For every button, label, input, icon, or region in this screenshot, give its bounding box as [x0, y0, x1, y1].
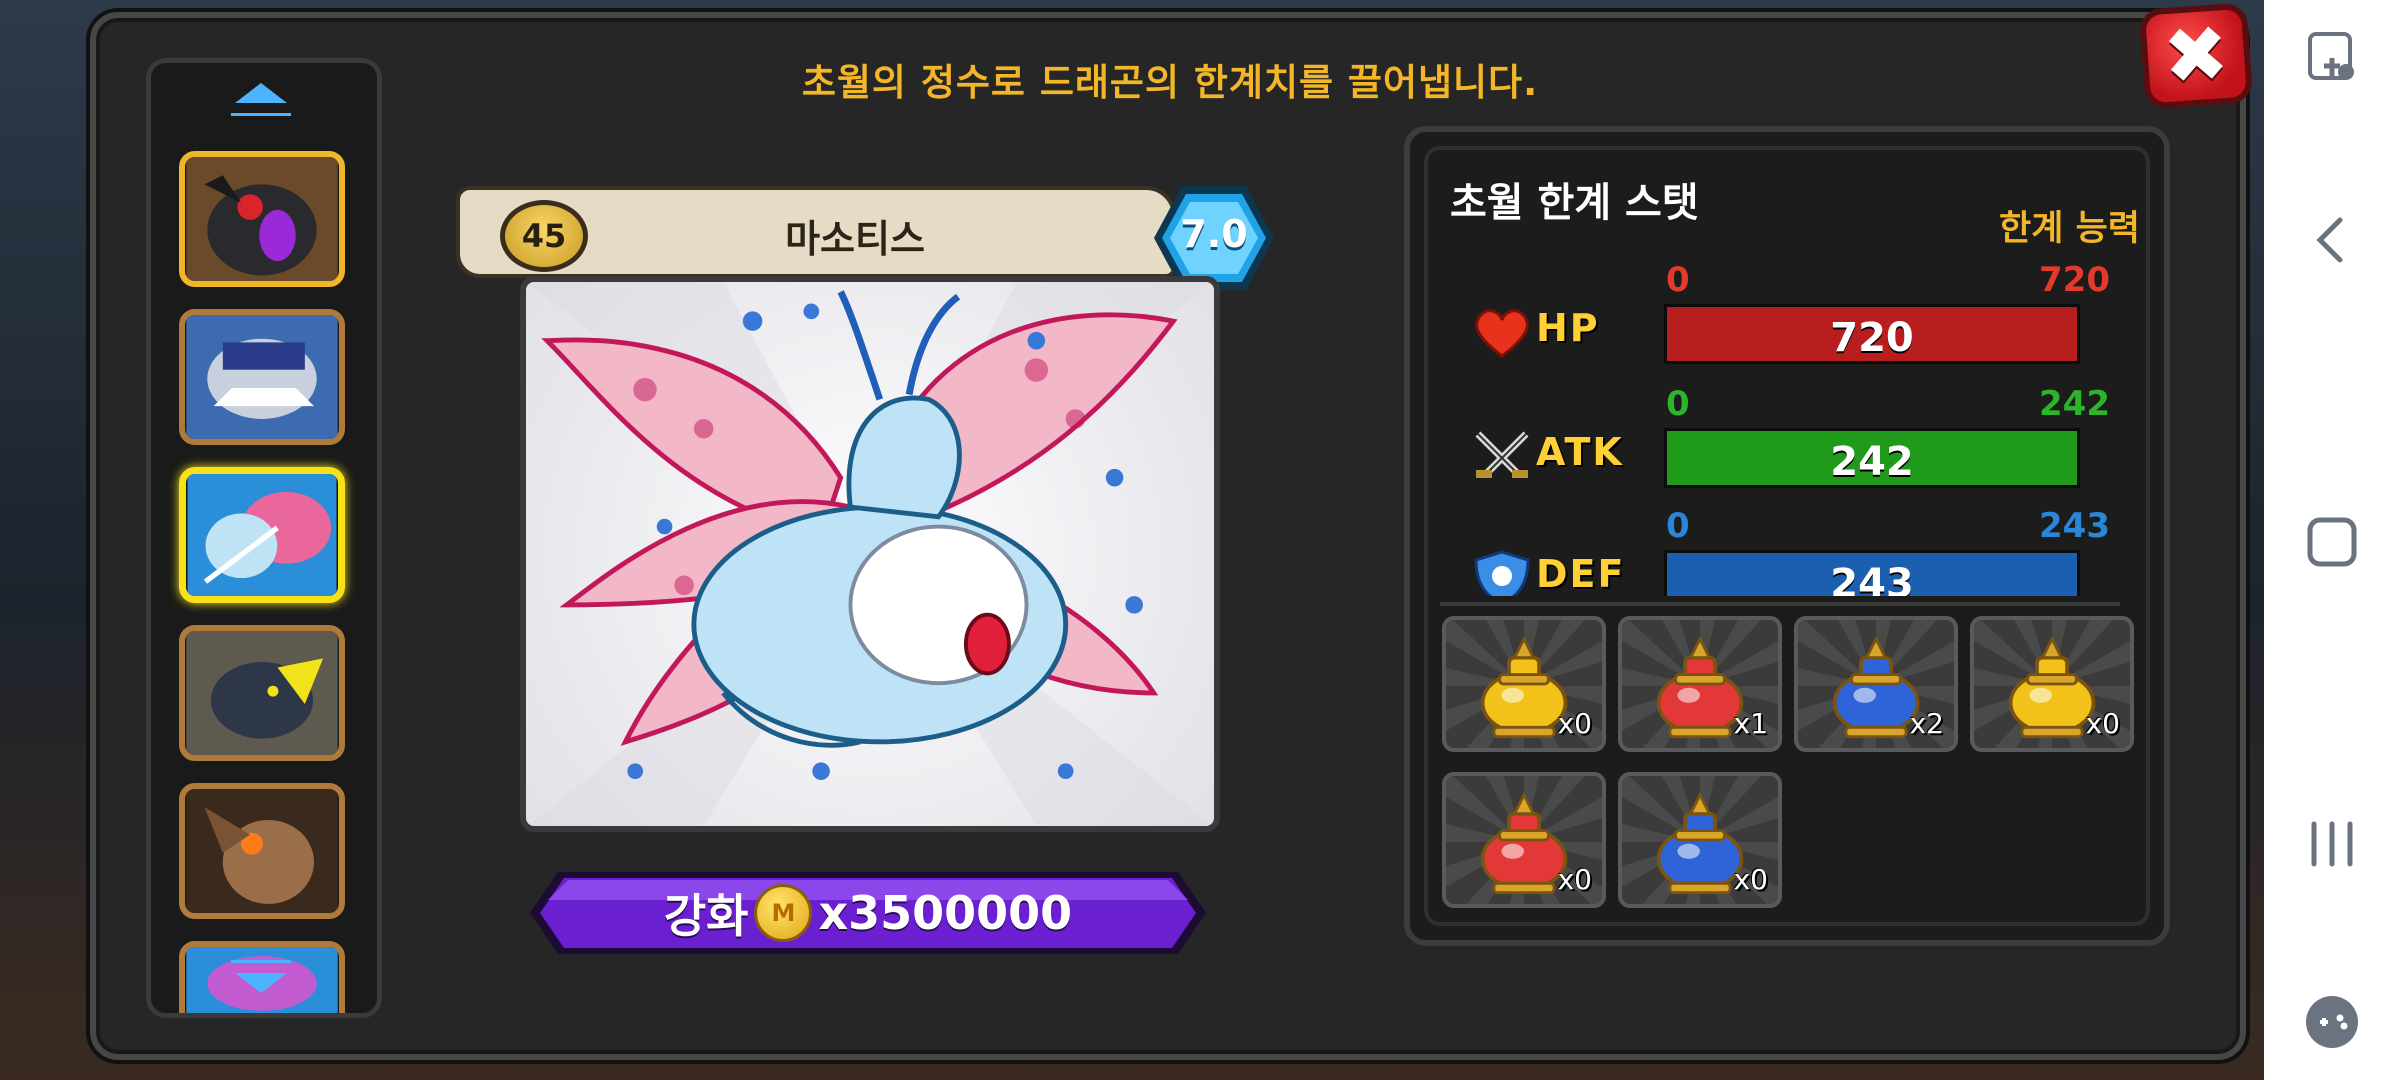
enhance-button[interactable]: 강화 M x3500000	[528, 870, 1208, 956]
shield-icon	[1470, 550, 1534, 596]
stat-max-atk: 242	[2039, 384, 2110, 424]
stat-row-def: DEF 0 243 243	[1410, 486, 2150, 596]
back-icon[interactable]	[2302, 210, 2362, 270]
item-count: x0	[1557, 863, 1592, 896]
dragon-thumb-black-red[interactable]	[179, 151, 345, 287]
transcend-stats-panel: 초월 한계 스탯 한계 능력 HP 0 720 720 ATK 0 242 24…	[1404, 126, 2170, 946]
level-badge: 45	[500, 200, 588, 272]
stat-row-atk: ATK 0 242 242	[1410, 364, 2150, 488]
dragon-name-plate: 45 마소티스	[456, 186, 1176, 278]
dragon-card: 45 마소티스 7.0	[448, 182, 1288, 832]
item-slot-blue-flask[interactable]: x2	[1794, 616, 1958, 752]
scroll-up-arrow-icon[interactable]	[231, 73, 291, 116]
dragon-level: 45	[521, 217, 567, 255]
dragon-thumb-pink-fairy[interactable]	[179, 467, 345, 603]
stat-label-hp: HP	[1536, 306, 1600, 350]
item-count: x2	[1909, 707, 1944, 740]
gold-coin-icon: M	[754, 884, 813, 942]
coin-letter: M	[771, 899, 796, 927]
stat-value-hp: 720	[1830, 315, 1914, 361]
stats-title: 초월 한계 스탯	[1450, 180, 1699, 226]
item-slot-red-flask[interactable]: x1	[1618, 616, 1782, 752]
dragon-name: 마소티스	[785, 217, 925, 261]
item-count: x0	[1733, 863, 1768, 896]
recents-icon[interactable]	[2302, 814, 2362, 874]
enhance-label: 강화	[663, 889, 749, 943]
stat-bar-hp: 720	[1664, 304, 2080, 364]
game-tools-icon[interactable]	[2302, 992, 2362, 1052]
stat-label-def: DEF	[1536, 552, 1626, 596]
stat-max-def: 243	[2039, 506, 2110, 546]
item-slot-large-blue-flask[interactable]: x0	[1618, 772, 1782, 908]
stat-bar-atk: 242	[1664, 428, 2080, 488]
system-nav-bar	[2264, 0, 2400, 1080]
stat-row-hp: HP 0 720 720	[1410, 240, 2150, 364]
stats-divider	[1440, 602, 2120, 606]
dragon-thumb-horned-brown[interactable]	[179, 783, 345, 919]
item-count: x0	[1557, 707, 1592, 740]
crossed-swords-icon	[1470, 428, 1534, 484]
fairy-dragon-illustration	[527, 282, 1213, 826]
dragon-artwork	[520, 276, 1220, 832]
scroll-down-arrow-icon[interactable]	[231, 960, 291, 1003]
stat-value-atk: 242	[1830, 439, 1914, 485]
game-screen: 초월의 정수로 드래곤의 한계치를 끌어냅니다. ✖ 45 마소티스 7.0 강…	[0, 0, 2264, 1080]
dragon-list[interactable]	[146, 58, 382, 1018]
item-slot-large-yellow-flask[interactable]: x0	[1970, 616, 2134, 752]
dragon-grade: 7.0	[1180, 212, 1248, 256]
dragon-thumb-armored-blue[interactable]	[179, 309, 345, 445]
stat-label-atk: ATK	[1536, 430, 1624, 474]
stat-value-def: 243	[1830, 561, 1914, 596]
stat-min-hp: 0	[1666, 260, 1690, 300]
stat-max-hp: 720	[2039, 260, 2110, 300]
heart-icon	[1470, 304, 1534, 360]
item-slot-yellow-flask[interactable]: x0	[1442, 616, 1606, 752]
enhance-content: 강화 M x3500000	[528, 870, 1208, 956]
dragon-thumb-dark-rock[interactable]	[179, 625, 345, 761]
stat-bar-def: 243	[1664, 550, 2080, 596]
stat-min-def: 0	[1666, 506, 1690, 546]
close-icon: ✖	[2160, 8, 2232, 104]
item-slot-large-red-flask[interactable]: x0	[1442, 772, 1606, 908]
item-count: x1	[1733, 707, 1768, 740]
stat-min-atk: 0	[1666, 384, 1690, 424]
enhance-cost: x3500000	[818, 886, 1073, 940]
dialog-subtitle: 초월의 정수로 드래곤의 한계치를 끌어냅니다.	[801, 61, 1539, 104]
close-button[interactable]: ✖	[2138, 2, 2254, 110]
gamepad-touch-icon[interactable]	[2302, 28, 2362, 88]
home-icon[interactable]	[2302, 512, 2362, 572]
item-count: x0	[2085, 707, 2120, 740]
